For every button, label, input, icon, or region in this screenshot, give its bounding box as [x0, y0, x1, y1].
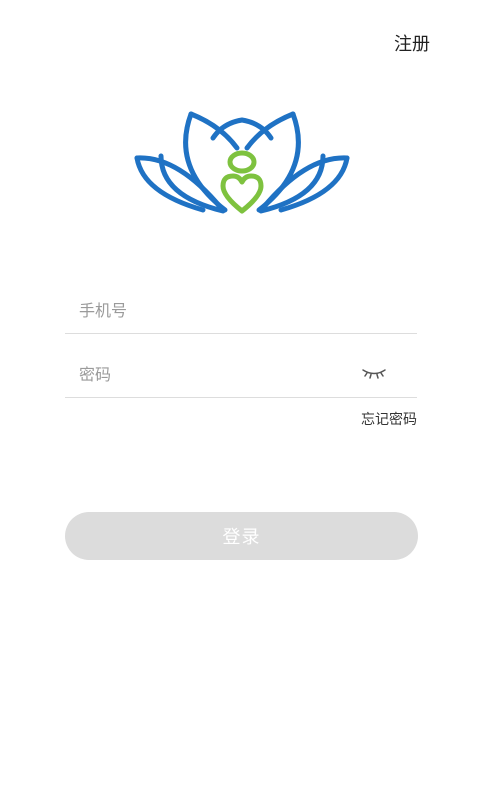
- register-link[interactable]: 注册: [394, 30, 430, 56]
- password-input[interactable]: [65, 354, 339, 394]
- phone-field: [65, 290, 417, 334]
- password-field: [65, 354, 417, 398]
- phone-input[interactable]: [65, 290, 339, 330]
- login-screen: 注册 手机号 忘记密码 登录: [0, 0, 480, 800]
- login-button[interactable]: 登录: [65, 512, 418, 560]
- eye-closed-icon[interactable]: [361, 364, 387, 382]
- lotus-logo-icon: [134, 111, 350, 214]
- forgot-password-link[interactable]: 忘记密码: [361, 409, 417, 429]
